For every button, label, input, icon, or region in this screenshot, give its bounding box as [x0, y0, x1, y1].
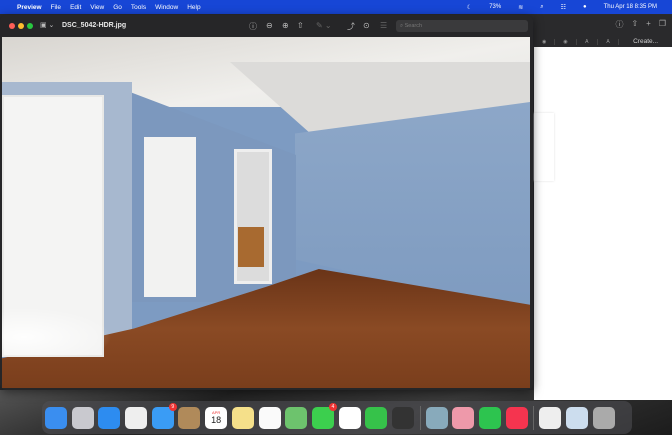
tab-create[interactable]: Create...	[619, 38, 672, 45]
markup-icon[interactable]: ✎ ⌄	[316, 21, 332, 30]
search-input[interactable]: ⌕ Search	[396, 20, 528, 32]
battery-status[interactable]: 73%	[489, 4, 501, 10]
card	[534, 113, 554, 181]
window-title: DSC_5042-HDR.jpg	[62, 22, 127, 29]
tab[interactable]: ◉	[555, 38, 577, 45]
clock[interactable]: Thu Apr 18 8:35 PM	[604, 4, 657, 10]
toolbar: ▣ ⌄ DSC_5042-HDR.jpg ⓘ ⊖ ⊕ ⇧ ✎ ⌄ ⤴ ⊙ ☰ ⌕…	[0, 15, 533, 37]
menu-edit[interactable]: Edit	[70, 4, 81, 11]
image-canvas[interactable]	[2, 37, 530, 388]
dock-separator	[533, 405, 535, 430]
copy-icon[interactable]: ❐	[659, 19, 666, 30]
dock-finder[interactable]	[45, 406, 67, 429]
zoom-in-icon[interactable]: ⊕	[282, 21, 289, 30]
tab[interactable]: A	[577, 38, 598, 45]
dock-calendar[interactable]: APR 18	[205, 406, 228, 429]
dock-safari[interactable]	[98, 406, 121, 429]
form-icon[interactable]: ☰	[380, 21, 387, 30]
dock-facetime[interactable]	[365, 406, 388, 429]
dock-photos[interactable]	[338, 406, 361, 429]
menu-go[interactable]: Go	[113, 4, 122, 11]
siri-icon[interactable]: ●	[583, 4, 587, 10]
dock-trash[interactable]	[592, 406, 615, 429]
control-center-icon[interactable]: ☷	[561, 4, 566, 11]
dock-window[interactable]	[566, 406, 589, 429]
dock-document[interactable]	[539, 406, 562, 429]
info-icon[interactable]: ⓘ	[249, 21, 257, 32]
dock-whatsapp[interactable]	[479, 406, 501, 429]
tab[interactable]: ◉	[534, 38, 556, 45]
dock-preview[interactable]	[425, 406, 448, 429]
preview-window: ▣ ⌄ DSC_5042-HDR.jpg ⓘ ⊖ ⊕ ⇧ ✎ ⌄ ⤴ ⊙ ☰ ⌕…	[0, 15, 533, 390]
menu-file[interactable]: File	[51, 4, 61, 11]
background-window[interactable]: ⓘ ⇧ + ❐ ◉ ◉ A A Create...	[534, 15, 672, 400]
dock-messages[interactable]: 4	[311, 402, 337, 429]
wifi-icon[interactable]: ≋	[518, 4, 523, 11]
menu-view[interactable]: View	[90, 4, 104, 11]
dock-separator	[419, 405, 421, 430]
dock-chrome[interactable]	[125, 406, 148, 429]
zoom-out-icon[interactable]: ⊖	[266, 21, 273, 30]
share-icon[interactable]: ⇧	[297, 21, 304, 30]
dock-music[interactable]	[505, 406, 528, 429]
spotlight-icon[interactable]: ⌕	[540, 4, 543, 11]
menu-tools[interactable]: Tools	[131, 4, 146, 11]
dock-maps[interactable]	[285, 406, 308, 429]
rotate-icon[interactable]: ⤴	[347, 21, 355, 32]
menu-help[interactable]: Help	[187, 4, 200, 11]
tab[interactable]: A	[598, 38, 620, 45]
minimize-button[interactable]	[18, 23, 24, 29]
focus-moon-icon[interactable]: ☾	[467, 4, 472, 11]
dock-reminders[interactable]	[258, 406, 281, 429]
share-icon[interactable]: ⇧	[631, 19, 638, 30]
dock-pixelmator[interactable]	[452, 406, 475, 429]
dock-notes[interactable]	[231, 406, 254, 429]
dock-launchpad[interactable]	[71, 406, 94, 429]
dock-final-cut-pro[interactable]	[391, 406, 414, 429]
annotate-icon[interactable]: ⊙	[363, 21, 370, 30]
dock-contacts[interactable]	[178, 406, 201, 429]
close-button[interactable]	[9, 23, 15, 29]
dock: 9 APR 18 4	[42, 401, 632, 434]
info-icon[interactable]: ⓘ	[615, 19, 623, 30]
notification-badge: 9	[168, 402, 177, 411]
menu-app[interactable]: Preview	[17, 4, 42, 11]
menu-window[interactable]: Window	[155, 4, 178, 11]
add-icon[interactable]: +	[646, 19, 651, 30]
notification-badge: 4	[328, 402, 337, 411]
sidebar-toggle-icon[interactable]: ▣ ⌄	[40, 21, 54, 29]
zoom-button[interactable]	[27, 23, 33, 29]
menu-bar: Preview File Edit View Go Tools Window H…	[0, 0, 672, 14]
calendar-day: 18	[211, 415, 222, 425]
dock-mail[interactable]: 9	[151, 402, 177, 429]
